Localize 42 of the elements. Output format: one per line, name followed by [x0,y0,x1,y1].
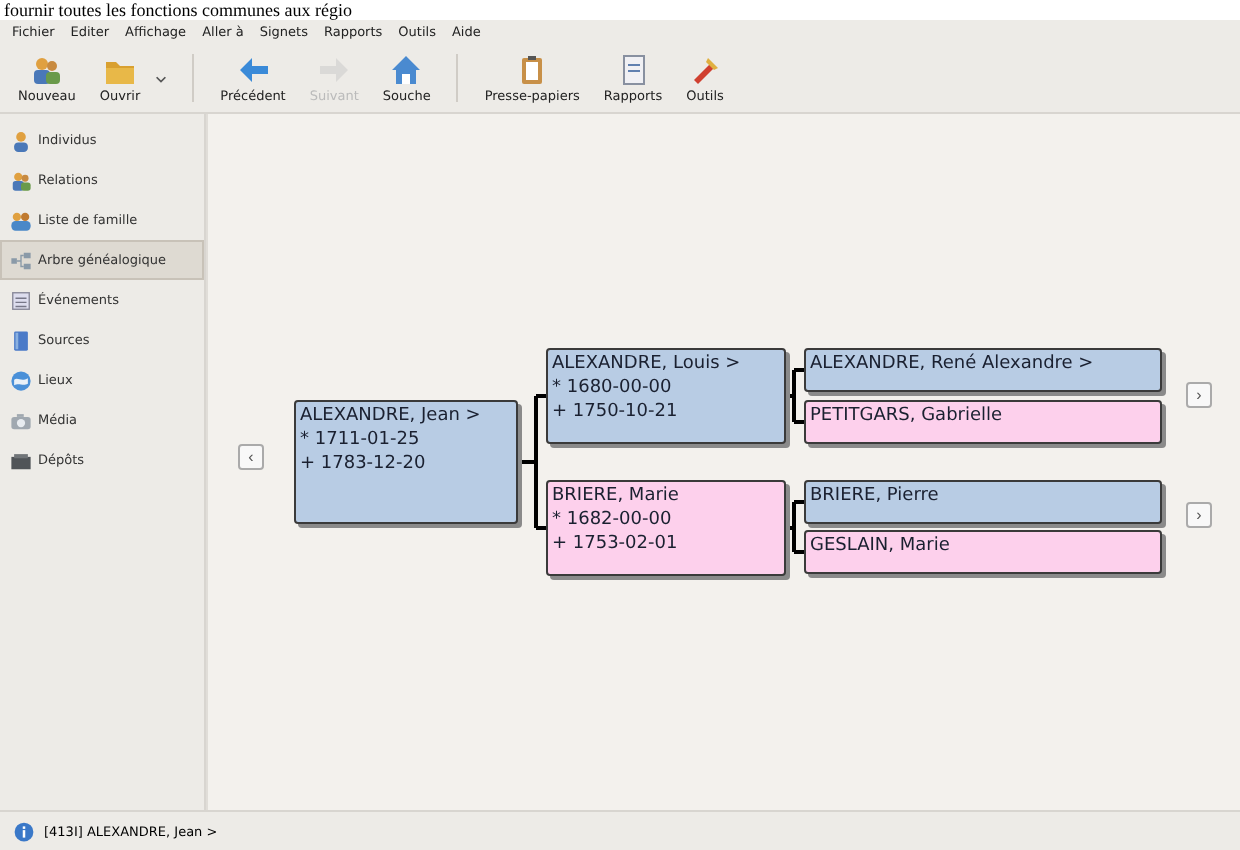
back-button[interactable]: ‹ [238,444,264,470]
book-icon [10,329,32,351]
people-icon [10,169,32,191]
people-icon [10,209,32,231]
person-box[interactable]: ALEXANDRE, Jean > * 1711-01-25 + 1783-12-20 [294,400,518,524]
tree-icon [10,249,32,271]
people-icon [30,53,63,85]
person-icon [10,129,32,151]
tools-icon [689,53,721,85]
globe-icon [10,369,32,391]
box-icon [10,449,32,471]
person-name: BRIERE, Pierre [810,484,939,508]
info-icon [14,821,34,841]
person-name: PETITGARS, Gabrielle [810,404,1003,428]
connector-line [784,500,806,554]
person-name: GESLAIN, Marie [810,534,950,558]
person-name: ALEXANDRE, René Alexandre > [810,352,1094,376]
person-name: ALEXANDRE, Jean > [300,404,481,428]
person-box[interactable]: BRIERE, Marie * 1682-00-00 + 1753-02-01 [546,480,786,576]
person-date: + 1750-10-21 [552,400,678,424]
person-name: BRIERE, Marie [552,484,679,508]
connector-line [784,368,806,424]
camera-icon [10,409,32,431]
back-arrow-icon [237,53,269,85]
connector-line [516,394,548,530]
list-icon [10,289,32,311]
person-date: + 1753-02-01 [552,532,678,556]
person-name: ALEXANDRE, Louis > [552,352,741,376]
person-box[interactable]: ALEXANDRE, René Alexandre > [804,348,1162,392]
person-date: * 1682-00-00 [552,508,672,532]
person-box[interactable]: PETITGARS, Gabrielle [804,400,1162,444]
home-icon [390,53,423,85]
forward-button[interactable]: › [1186,502,1212,528]
document-icon [617,53,649,85]
person-box[interactable]: ALEXANDRE, Louis > * 1680-00-00 + 1750-10-21 [546,348,786,444]
caption-text: fournir toutes les fonctions communes aux régio [4,0,352,20]
person-date: * 1711-01-25 [300,428,420,452]
person-date: + 1783-12-20 [300,452,426,476]
forward-button[interactable]: › [1186,382,1212,408]
person-box[interactable]: BRIERE, Pierre [804,480,1162,524]
person-box[interactable]: GESLAIN, Marie [804,530,1162,574]
person-date: * 1680-00-00 [552,376,672,400]
